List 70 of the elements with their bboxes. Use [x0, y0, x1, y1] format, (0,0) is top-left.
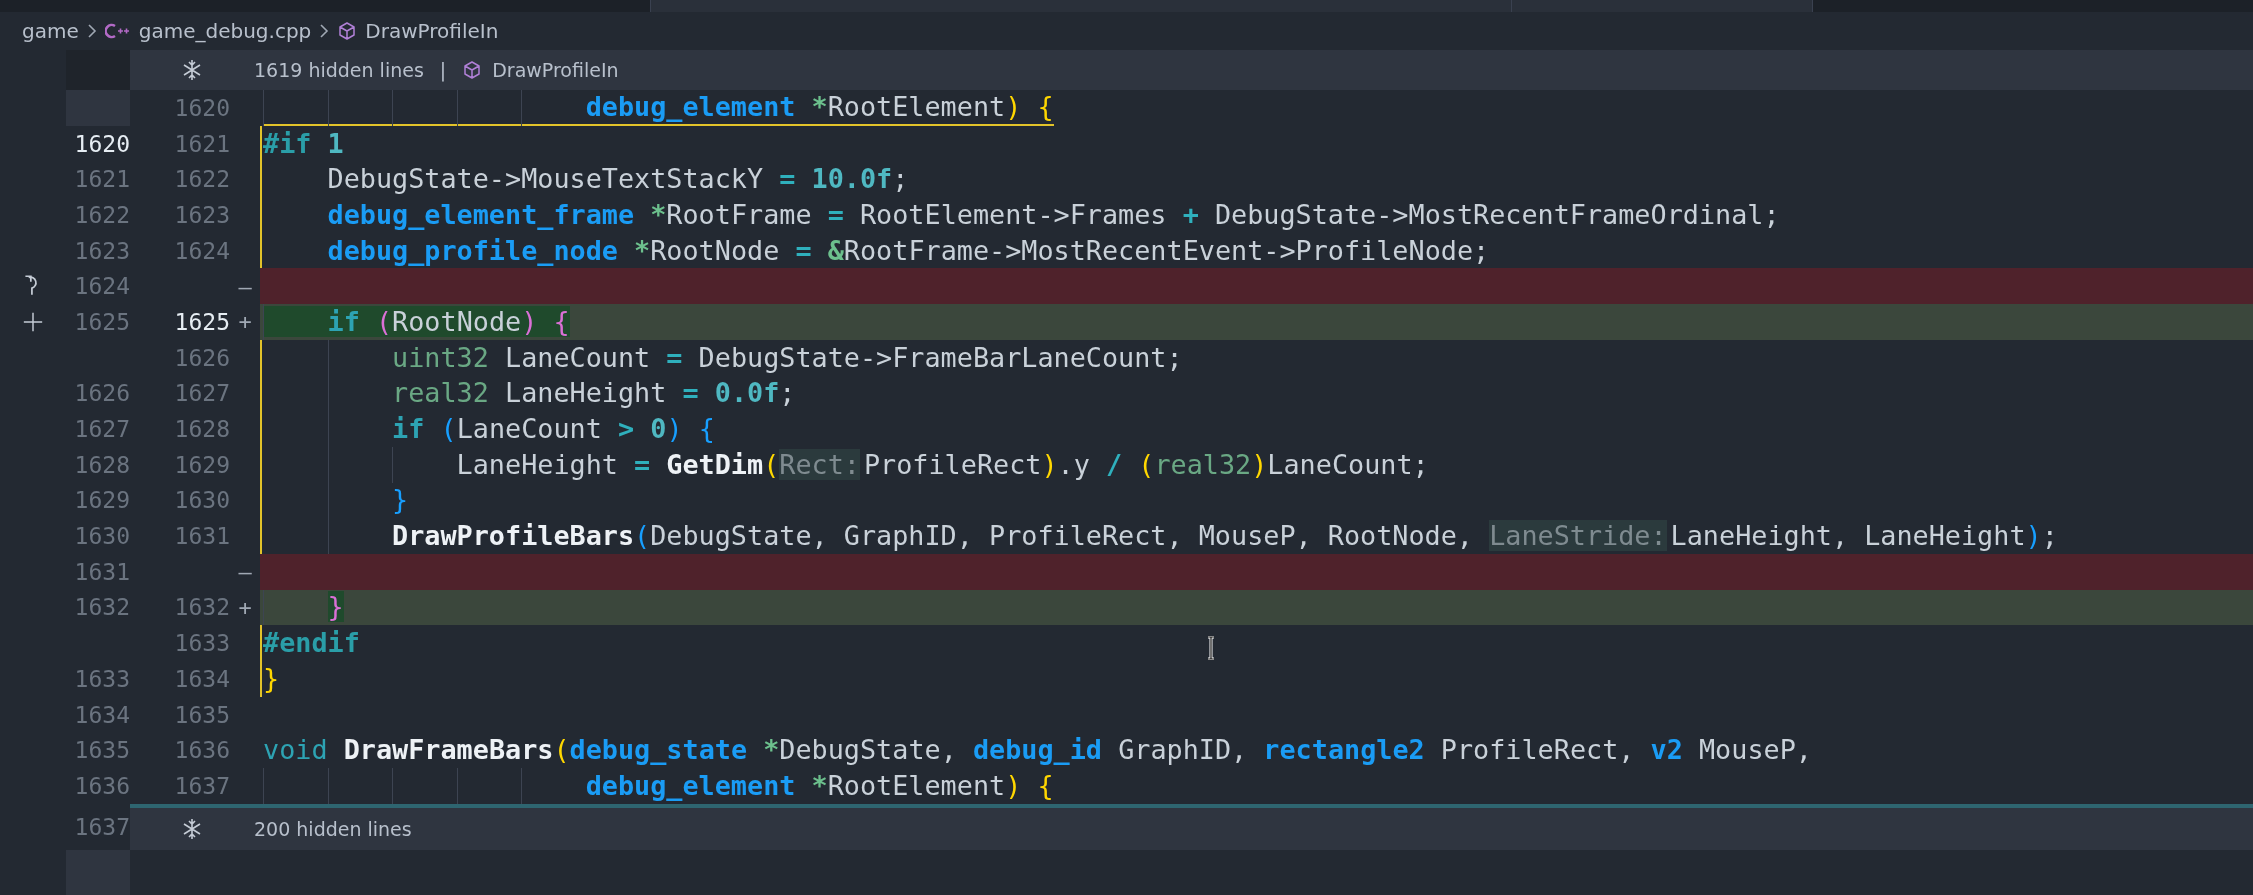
cube-icon [462, 60, 483, 80]
code-line: } [263, 661, 280, 696]
line-number: 1634 [174, 665, 230, 692]
code-line: debug_profile_node *RootNode = &RootFrame->MostRecentEvent->ProfileNode; [326, 233, 1490, 268]
line-number: 1620 [174, 94, 230, 121]
hidden-lines-label: 1619 hidden lines [254, 59, 424, 81]
line-number: 1624 [74, 273, 130, 300]
line-number: 1623 [74, 237, 130, 264]
line-number: 1632 [174, 594, 230, 621]
line-number: 1629 [74, 487, 130, 514]
code-line: debug_element_frame *RootFrame = RootElement->Frames + DebugState->MostRecentFrameOrdinal; [326, 197, 1780, 232]
line-number: 1633 [74, 665, 130, 692]
text-cursor-icon [1206, 636, 1216, 660]
line-number: 1625 [74, 308, 130, 335]
folded-region-bar[interactable]: 200 hidden lines [130, 803, 2253, 850]
breadcrumb-item[interactable]: DrawProfileIn [365, 19, 499, 43]
code-line: void DrawFrameBars(debug_state *DebugState, debug_id GraphID, rectangle2 ProfileRect, v2 MouseP, [263, 733, 1812, 768]
diff-sign: — [238, 273, 252, 299]
line-number: 1622 [74, 201, 130, 228]
code-line: uint32 LaneCount = DebugState->FrameBarLaneCount; [391, 340, 1183, 375]
line-number: 1629 [174, 451, 230, 478]
line-number: 1620 [74, 130, 130, 157]
line-number: 1632 [74, 594, 130, 621]
code-line: #endif [263, 626, 360, 661]
diff-sign: — [238, 559, 252, 585]
line-number: 1635 [74, 737, 130, 764]
line-number: 1637 [74, 813, 130, 840]
line-number: 1635 [174, 701, 230, 728]
diff-sign: + [238, 309, 252, 335]
code-line: if (LaneCount > 0) { [391, 412, 715, 447]
line-number: 1634 [74, 701, 130, 728]
folded-region-bar[interactable]: 1619 hidden lines | DrawProfileIn [130, 50, 2253, 90]
line-number: 1630 [174, 487, 230, 514]
breadcrumb-item[interactable]: game_debug.cpp [138, 19, 312, 43]
hidden-lines-label: 200 hidden lines [254, 817, 412, 840]
code-line: } [391, 483, 409, 518]
chevron-icon [86, 23, 97, 39]
code-line: real32 LaneHeight = 0.0f; [391, 376, 796, 411]
line-number: 1628 [74, 451, 130, 478]
line-number: 1633 [174, 630, 230, 657]
code-line: DrawProfileBars(DebugState, GraphID, ProfileRect, MouseP, RootNode, LaneStride:LaneHeight, LaneHeight); [391, 519, 2058, 554]
symbol-name: DrawProfileIn [492, 59, 619, 81]
code-line: DebugState->MouseTextStackY = 10.0f; [326, 162, 909, 197]
line-number: 1621 [74, 166, 130, 193]
chevron-icon [319, 23, 330, 39]
breadcrumb-item[interactable]: game [22, 19, 79, 43]
code-line: debug_element *RootElement) { [584, 768, 1054, 803]
line-number: 1636 [174, 737, 230, 764]
line-number: 1627 [74, 416, 130, 443]
line-number: 1625 [174, 308, 230, 335]
code-line: debug_element *RootElement) { [263, 89, 1054, 126]
line-number: 1630 [74, 523, 130, 550]
separator: | [439, 59, 447, 81]
cube-icon [337, 21, 358, 41]
diff-sign: + [238, 594, 252, 620]
code-line: #if 1 [263, 126, 344, 161]
line-number: 1637 [174, 772, 230, 799]
file-type-icon [104, 22, 131, 40]
line-number: 1622 [174, 166, 230, 193]
line-number: 1628 [174, 416, 230, 443]
line-number: 1623 [174, 201, 230, 228]
line-number: 1626 [74, 380, 130, 407]
code-line: LaneHeight = GetDim(Rect:ProfileRect).y / (real32)LaneCount; [455, 447, 1429, 482]
line-number: 1627 [174, 380, 230, 407]
line-number: 1624 [174, 237, 230, 264]
line-number: 1631 [74, 558, 130, 585]
line-number: 1626 [174, 344, 230, 371]
line-number: 1636 [74, 772, 130, 799]
line-number: 1621 [174, 130, 230, 157]
line-number: 1631 [174, 523, 230, 550]
